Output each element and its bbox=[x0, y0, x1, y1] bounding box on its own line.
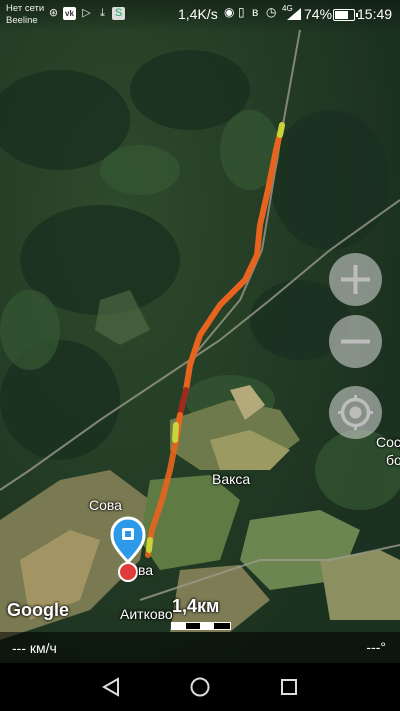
map-label-vaksa: Вакса bbox=[212, 471, 251, 487]
scale-bar bbox=[171, 622, 231, 630]
network-speed: 1,4K/s bbox=[178, 6, 218, 22]
play-icon: ▷ bbox=[82, 7, 91, 19]
recents-icon[interactable] bbox=[278, 663, 300, 711]
battery-percent: 74% bbox=[304, 6, 333, 22]
zoom-in-button[interactable] bbox=[329, 253, 382, 306]
track-end-marker bbox=[118, 562, 138, 582]
my-location-button[interactable] bbox=[329, 386, 382, 439]
status-bar: Нет сети Beeline ⊛ vk ▷ ⤓ S 1,4K/s ◉ ▯ ʙ… bbox=[0, 0, 400, 30]
vk-icon: vk bbox=[63, 7, 76, 20]
download-icon: ⤓ bbox=[100, 7, 105, 19]
battery-icon bbox=[333, 9, 358, 21]
home-icon[interactable] bbox=[189, 663, 211, 711]
speed-readout: --- км/ч bbox=[12, 640, 57, 656]
zoom-out-button[interactable] bbox=[329, 315, 382, 368]
navigation-bar bbox=[0, 663, 400, 711]
signal-icon bbox=[287, 8, 301, 20]
map-label-aitkovo: Аитково bbox=[120, 606, 173, 622]
map-label-edge2: бо bbox=[386, 452, 400, 468]
map-label-sova-partial: ва bbox=[138, 562, 154, 578]
back-icon[interactable] bbox=[100, 663, 122, 711]
carrier-line1: Нет сети bbox=[6, 3, 45, 14]
google-logo: Google bbox=[7, 600, 69, 620]
clock: 15:49 bbox=[357, 6, 393, 22]
carrier-line2: Beeline bbox=[6, 15, 38, 26]
app-icon: S bbox=[112, 7, 125, 20]
hotspot-icon: ◉ bbox=[224, 5, 235, 19]
vibrate-icon: ▯ bbox=[238, 5, 245, 19]
bluetooth-icon: ʙ bbox=[252, 5, 259, 19]
scale-label: 1,4км bbox=[172, 596, 220, 616]
alarm-icon: ◷ bbox=[266, 5, 277, 19]
minus-icon bbox=[341, 339, 370, 344]
info-bar: --- км/ч ---° bbox=[0, 632, 400, 663]
map-label-sova: Сова bbox=[89, 497, 122, 513]
vpn-icon: ⊛ bbox=[48, 7, 59, 19]
heading-readout: ---° bbox=[366, 639, 386, 655]
plus-icon bbox=[341, 265, 370, 294]
location-target-icon bbox=[338, 395, 373, 430]
